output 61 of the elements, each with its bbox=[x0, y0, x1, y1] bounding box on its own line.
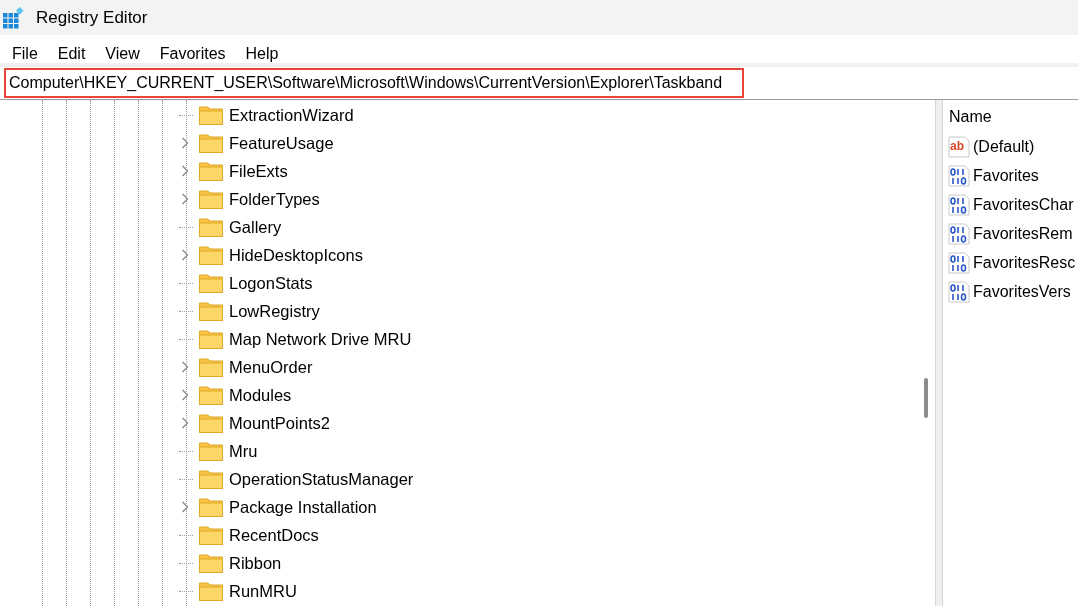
folder-icon bbox=[199, 273, 223, 293]
tree-item[interactable]: MenuOrder bbox=[229, 357, 313, 377]
folder-icon bbox=[199, 441, 223, 461]
menu-item[interactable]: Help bbox=[237, 45, 287, 63]
tree-item[interactable]: HideDesktopIcons bbox=[229, 245, 363, 265]
value-name[interactable]: FavoritesRem bbox=[973, 224, 1073, 243]
value-name[interactable]: FavoritesChar bbox=[973, 195, 1074, 214]
tree-item[interactable]: Gallery bbox=[229, 217, 282, 237]
tree-item[interactable]: Mru bbox=[229, 441, 258, 461]
folder-icon bbox=[199, 161, 223, 181]
value-name[interactable]: FavoritesVers bbox=[973, 282, 1071, 301]
chevron-icon[interactable] bbox=[181, 137, 189, 149]
folder-icon bbox=[199, 133, 223, 153]
folder-icon bbox=[199, 217, 223, 237]
chevron-icon[interactable] bbox=[181, 417, 189, 429]
folder-icon bbox=[199, 301, 223, 321]
tree-item[interactable]: ExtractionWizard bbox=[229, 105, 354, 125]
tree-item[interactable]: Package Installation bbox=[229, 497, 377, 517]
chevron-icon[interactable] bbox=[181, 361, 189, 373]
column-header[interactable]: Name bbox=[948, 100, 1078, 132]
folder-icon bbox=[199, 385, 223, 405]
value-name[interactable]: Favorites bbox=[973, 166, 1039, 185]
folder-icon bbox=[199, 525, 223, 545]
tree-item[interactable]: FolderTypes bbox=[229, 189, 320, 209]
tree-item[interactable]: RecentDocs bbox=[229, 525, 319, 545]
chevron-icon[interactable] bbox=[181, 389, 189, 401]
tree-item[interactable]: RunMRU bbox=[229, 581, 297, 601]
tree-item[interactable]: LogonStats bbox=[229, 273, 313, 293]
tree-item[interactable]: FeatureUsage bbox=[229, 133, 334, 153]
tree-item[interactable]: LowRegistry bbox=[229, 301, 320, 321]
chevron-icon[interactable] bbox=[181, 501, 189, 513]
tree-item[interactable]: MountPoints2 bbox=[229, 413, 330, 433]
registry-editor-icon bbox=[2, 6, 24, 29]
scrollbar-thumb[interactable] bbox=[924, 378, 928, 418]
menu-item[interactable]: View bbox=[97, 45, 148, 63]
chevron-icon[interactable] bbox=[181, 249, 189, 261]
tree-item[interactable]: FileExts bbox=[229, 161, 288, 181]
menu-item[interactable]: Favorites bbox=[151, 45, 234, 63]
folder-icon bbox=[199, 189, 223, 209]
folder-icon bbox=[199, 497, 223, 517]
tree-item[interactable]: Map Network Drive MRU bbox=[229, 329, 412, 349]
menu-item[interactable]: Edit bbox=[49, 45, 94, 63]
folder-icon bbox=[199, 413, 223, 433]
folder-icon bbox=[199, 245, 223, 265]
address-bar[interactable]: Computer\HKEY_CURRENT_USER\Software\Microsoft\Windows\CurrentVersion\Explorer\Taskband bbox=[4, 68, 745, 98]
folder-icon bbox=[199, 105, 223, 125]
window-title: Registry Editor bbox=[36, 7, 148, 28]
menu-item[interactable]: File bbox=[4, 45, 46, 63]
folder-icon bbox=[199, 581, 223, 601]
folder-icon bbox=[199, 553, 223, 573]
folder-icon bbox=[199, 469, 223, 489]
value-name[interactable]: (Default) bbox=[973, 137, 1035, 156]
value-name[interactable]: FavoritesResc bbox=[973, 253, 1076, 272]
tree-item[interactable]: Modules bbox=[229, 385, 292, 405]
chevron-icon[interactable] bbox=[181, 165, 189, 177]
chevron-icon[interactable] bbox=[181, 193, 189, 205]
string-value-icon: ab bbox=[948, 135, 970, 158]
tree-item[interactable]: Ribbon bbox=[229, 553, 282, 573]
tree-item[interactable]: OperationStatusManager bbox=[229, 469, 414, 489]
folder-icon bbox=[199, 357, 223, 377]
folder-icon bbox=[199, 329, 223, 349]
